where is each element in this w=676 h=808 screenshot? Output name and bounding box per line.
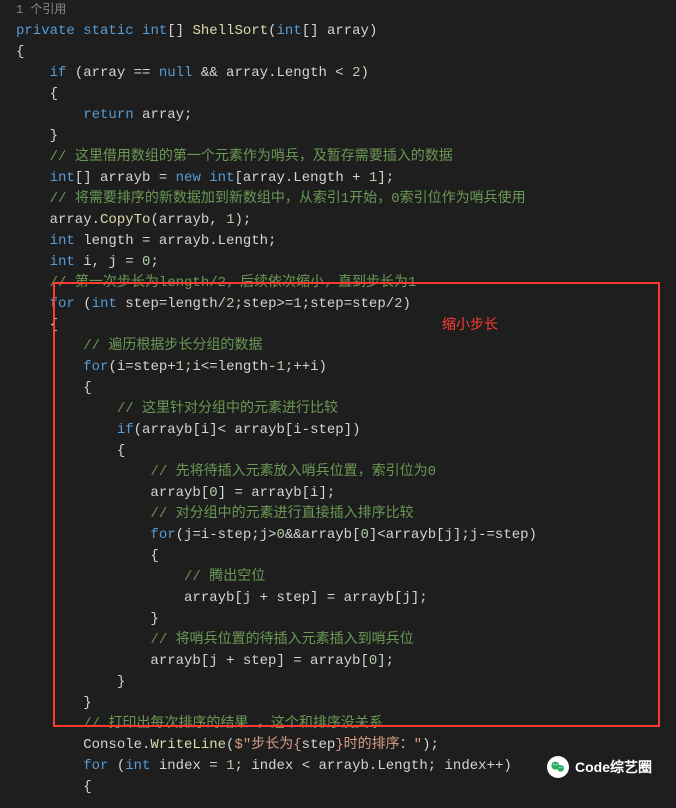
code-line: for(j=i-step;j>0&&arrayb[0]<arrayb[j];j-… [16,525,676,546]
code-line: for (int step=length/2;step>=1;step=step… [16,294,676,315]
code-line: // 对分组中的元素进行直接插入排序比较 [16,504,676,525]
code-line: if (array == null && array.Length < 2) [16,63,676,84]
code-line: int length = arrayb.Length; [16,231,676,252]
code-line: arrayb[0] = arrayb[i]; [16,483,676,504]
code-line: } [16,126,676,147]
code-line: if(arrayb[i]< arrayb[i-step]) [16,420,676,441]
code-line: int[] arrayb = new int[array.Length + 1]… [16,168,676,189]
code-line: for(i=step+1;i<=length-1;++i) [16,357,676,378]
code-line: } [16,693,676,714]
code-line: // 打印出每次排序的结果 ，这个和排序没关系 [16,714,676,735]
wechat-icon [547,756,569,778]
code-line: { [16,546,676,567]
code-line: // 第一次步长为length/2，后续依次缩小，直到步长为1 [16,273,676,294]
code-line: // 遍历根据步长分组的数据 [16,336,676,357]
reference-count: 1 个引用 [16,0,676,21]
code-line: // 将哨兵位置的待插入元素插入到哨兵位 [16,630,676,651]
code-line: array.CopyTo(arrayb, 1); [16,210,676,231]
code-line: // 将需要排序的新数据加到新数组中，从索引1开始，0索引位作为哨兵使用 [16,189,676,210]
code-line: private static int[] ShellSort(int[] arr… [16,21,676,42]
code-line: // 腾出空位 [16,567,676,588]
code-line: arrayb[j + step] = arrayb[0]; [16,651,676,672]
wechat-svg [550,759,566,775]
code-line: return array; [16,105,676,126]
code-line: { [16,42,676,63]
code-line: { [16,441,676,462]
code-line: { [16,777,676,798]
code-line: { [16,84,676,105]
code-line: int i, j = 0; [16,252,676,273]
code-line: // 先将待插入元素放入哨兵位置，索引位为0 [16,462,676,483]
code-line: // 这里借用数组的第一个元素作为哨兵，及暂存需要插入的数据 [16,147,676,168]
code-line: } [16,672,676,693]
code-line: } [16,609,676,630]
code-line: { [16,378,676,399]
watermark-text: Code综艺圈 [575,757,652,778]
watermark: Code综艺圈 [547,756,652,778]
code-line: { [16,315,676,336]
code-line: arrayb[j + step] = arrayb[j]; [16,588,676,609]
code-line: // 这里针对分组中的元素进行比较 [16,399,676,420]
code-line: Console.WriteLine($"步长为{step}时的排序："); [16,735,676,756]
code-editor: 1 个引用 private static int[] ShellSort(int… [0,0,676,808]
